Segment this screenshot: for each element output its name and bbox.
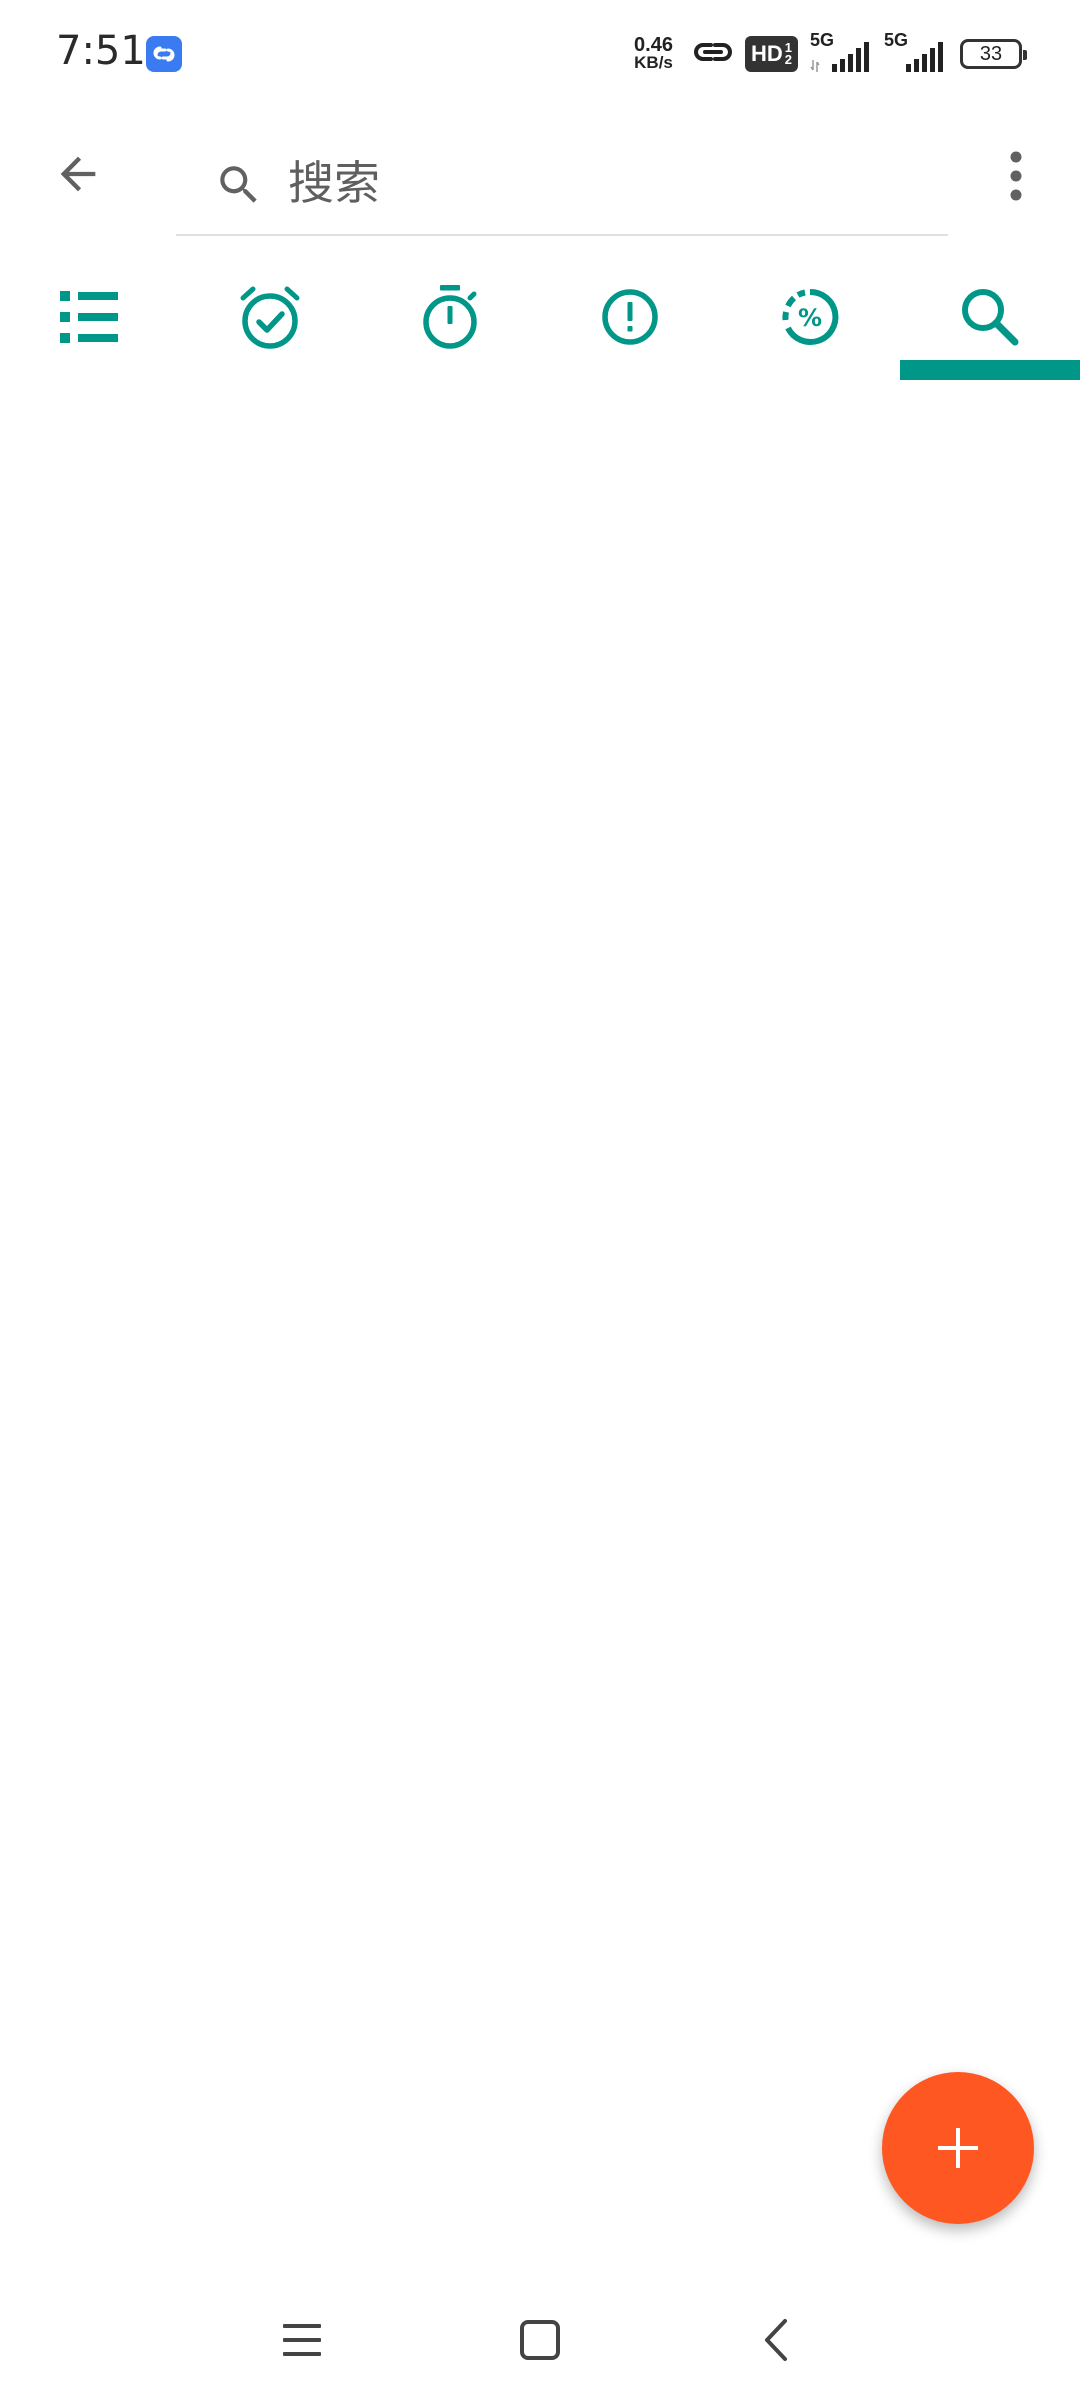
home-square-icon bbox=[520, 2320, 560, 2360]
home-button[interactable] bbox=[500, 2304, 580, 2376]
back-button[interactable] bbox=[40, 136, 116, 212]
tab-reminders[interactable] bbox=[180, 254, 360, 380]
search-icon bbox=[962, 289, 1019, 346]
more-vert-icon bbox=[1010, 151, 1022, 201]
status-bar: 7:51 0.46 KB/s HD 1 2 5G 5G 33 bbox=[0, 0, 1080, 108]
add-button[interactable] bbox=[882, 2072, 1034, 2224]
hd-voice-badge: HD 1 2 bbox=[744, 36, 798, 72]
search-field[interactable] bbox=[176, 128, 948, 236]
arrow-back-icon bbox=[60, 156, 96, 192]
network-speed: 0.46 KB/s bbox=[634, 34, 673, 72]
tab-search[interactable] bbox=[900, 254, 1080, 380]
search-input[interactable] bbox=[288, 148, 888, 218]
hd-sub-bottom: 2 bbox=[784, 52, 792, 67]
hd-sim-indicator: 1 2 bbox=[784, 41, 792, 67]
network-speed-unit: KB/s bbox=[634, 53, 673, 72]
tab-bar: % bbox=[0, 254, 1080, 380]
results-list bbox=[0, 380, 1080, 2280]
menu-icon bbox=[283, 2324, 321, 2356]
alarm-check-icon bbox=[240, 286, 300, 349]
recent-apps-button[interactable] bbox=[262, 2304, 342, 2376]
battery-icon: 33 bbox=[960, 39, 1027, 69]
sim2-network-label: 5G bbox=[884, 30, 909, 50]
search-icon bbox=[214, 160, 264, 210]
top-app-bar bbox=[0, 108, 1080, 238]
tab-timer[interactable] bbox=[360, 254, 540, 380]
progress-percent-icon: % bbox=[782, 288, 839, 345]
tab-progress[interactable]: % bbox=[720, 254, 900, 380]
link-app-icon bbox=[146, 36, 182, 72]
priority-icon bbox=[602, 289, 658, 345]
system-nav-bar bbox=[0, 2280, 1080, 2400]
svg-text:%: % bbox=[798, 304, 822, 332]
tab-list[interactable] bbox=[0, 254, 180, 380]
battery-level: 33 bbox=[979, 42, 1003, 65]
more-options-button[interactable] bbox=[988, 138, 1044, 214]
screen: 7:51 0.46 KB/s HD 1 2 5G 5G 33 搜索 % bbox=[0, 0, 1080, 2400]
sim1-network-label: 5G bbox=[810, 30, 835, 50]
list-icon bbox=[60, 291, 118, 343]
timer-icon bbox=[423, 285, 477, 349]
network-speed-value: 0.46 bbox=[634, 34, 673, 56]
link-icon bbox=[691, 37, 735, 71]
back-chevron-icon bbox=[765, 2319, 787, 2361]
signal-sim1: 5G bbox=[810, 30, 872, 74]
status-time: 7:51 bbox=[56, 28, 146, 74]
tab-selected-indicator bbox=[900, 360, 1080, 380]
status-icons: 0.46 KB/s HD 1 2 5G 5G 33 bbox=[634, 30, 1027, 78]
add-icon bbox=[938, 2128, 978, 2168]
hd-label: HD bbox=[750, 41, 783, 66]
signal-sim2: 5G bbox=[884, 30, 946, 74]
tab-priority[interactable] bbox=[540, 254, 720, 380]
system-back-button[interactable] bbox=[736, 2304, 816, 2376]
